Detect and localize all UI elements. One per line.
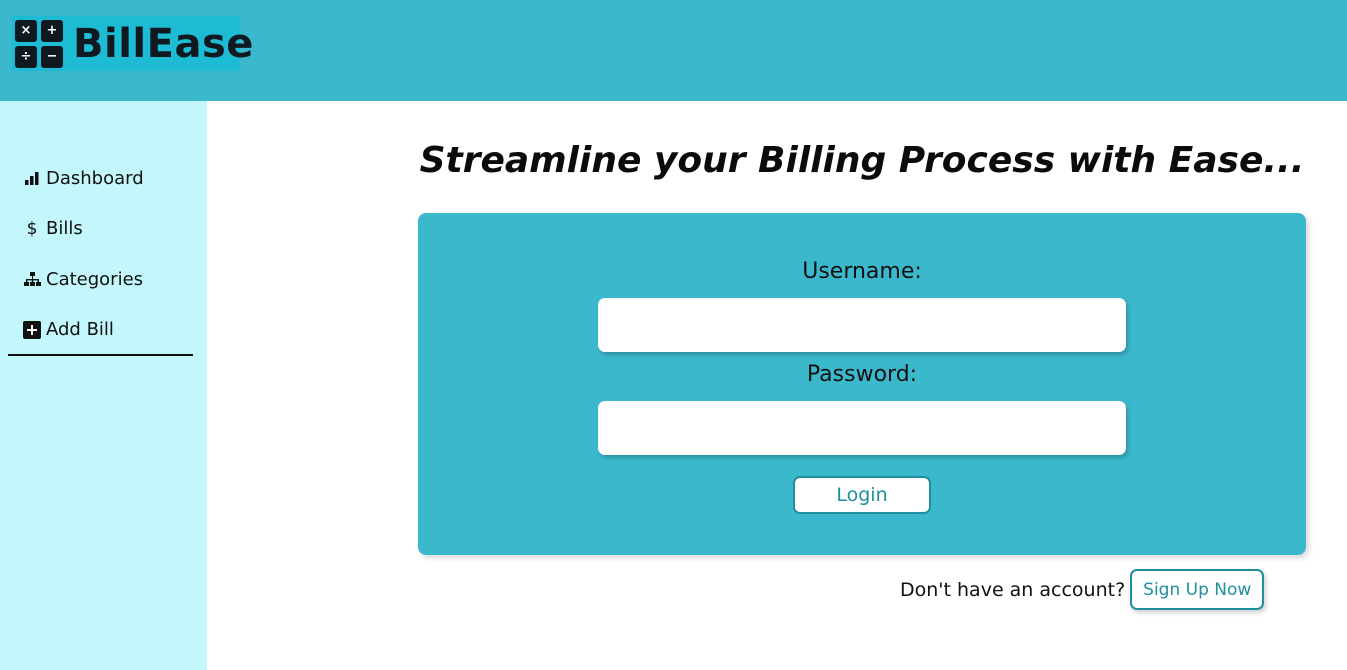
calculator-logo-icon: × + ÷ − xyxy=(15,19,63,68)
sidebar-item-label: Categories xyxy=(46,268,144,290)
sidebar-item-add-bill[interactable]: Add Bill xyxy=(23,305,144,356)
password-input[interactable] xyxy=(598,401,1126,455)
login-form: Username: Password: Login xyxy=(418,213,1306,555)
username-label: Username: xyxy=(802,259,922,284)
signup-prompt: Don't have an account? xyxy=(900,578,1126,601)
app-logo[interactable]: × + ÷ − BillEase xyxy=(12,16,253,71)
sidebar-item-dashboard[interactable]: Dashboard xyxy=(23,153,144,204)
sidebar-item-label: Add Bill xyxy=(46,319,114,341)
login-button[interactable]: Login xyxy=(793,476,931,514)
sidebar-item-bills[interactable]: $ Bills xyxy=(23,204,144,255)
sidebar-divider xyxy=(8,354,193,356)
sign-up-button[interactable]: Sign Up Now xyxy=(1130,569,1265,610)
logo-symbol-plus: + xyxy=(41,19,63,42)
sidebar-item-label: Dashboard xyxy=(46,167,144,189)
password-label: Password: xyxy=(806,362,918,387)
sitemap-icon xyxy=(23,270,41,288)
dollar-icon: $ xyxy=(26,218,38,239)
username-input[interactable] xyxy=(598,298,1126,352)
app-header: × + ÷ − BillEase xyxy=(0,0,1347,101)
bar-chart-icon xyxy=(23,169,41,187)
logo-text: BillEase xyxy=(73,20,254,67)
sidebar-item-label: Bills xyxy=(46,218,83,240)
logo-symbol-minus: − xyxy=(41,45,63,68)
logo-symbol-divide: ÷ xyxy=(15,45,37,68)
signup-row: Don't have an account? Sign Up Now xyxy=(900,569,1265,610)
sidebar-nav: Dashboard $ Bills Categories Add Bill xyxy=(23,153,144,355)
hero-tagline: Streamline your Billing Process with Eas… xyxy=(419,140,1305,181)
logo-symbol-multiply: × xyxy=(15,19,37,42)
sidebar-item-categories[interactable]: Categories xyxy=(23,254,144,305)
plus-square-icon xyxy=(23,320,41,339)
sidebar: Dashboard $ Bills Categories Add Bill xyxy=(0,101,207,670)
